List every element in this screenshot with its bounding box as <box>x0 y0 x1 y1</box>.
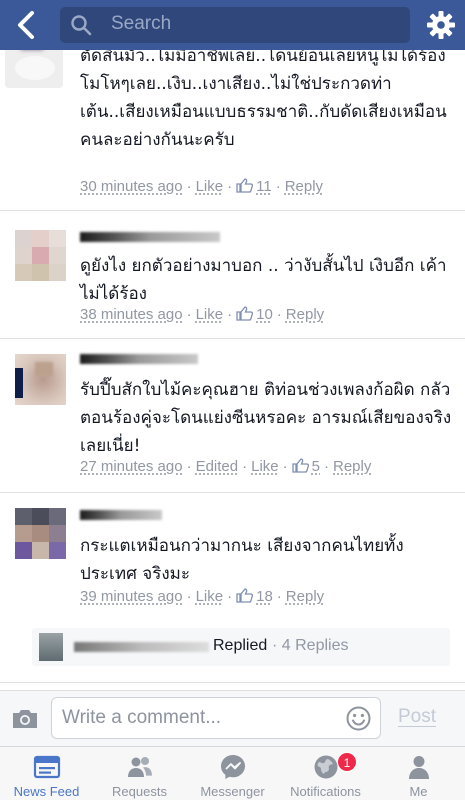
commenter-name[interactable] <box>80 510 162 520</box>
search-bar[interactable]: Search <box>60 7 410 43</box>
tab-label: Messenger <box>200 784 265 799</box>
camera-icon[interactable] <box>11 708 39 730</box>
commenter-name[interactable] <box>80 354 198 364</box>
tab-me[interactable]: Me <box>372 747 465 800</box>
news-feed-icon <box>33 755 60 779</box>
comment-item: กระแตเหมือนกว่ามากนะ เสียงจากคนไทยทั้งปร… <box>0 492 465 622</box>
tab-notifications[interactable]: 1 Notifications <box>279 747 372 800</box>
comment-timestamp[interactable]: 27 minutes ago <box>80 458 183 475</box>
tab-news-feed[interactable]: News Feed <box>0 747 93 800</box>
top-navigation-bar: Search <box>0 0 465 50</box>
comment-input[interactable]: Write a comment... <box>51 697 381 739</box>
comment-meta: 30 minutes ago · Like · 11 · Reply <box>80 178 324 195</box>
tab-label: Notifications <box>290 784 361 799</box>
notification-badge: 1 <box>337 752 357 772</box>
avatar[interactable] <box>15 230 66 281</box>
thumbs-up-icon <box>236 178 254 193</box>
comment-timestamp[interactable]: 38 minutes ago <box>80 306 183 323</box>
comment-item: ตัดสินมั่ว..ไม่มีอาชีพเลย..โดนย้อนเลยหนู… <box>0 50 465 210</box>
tab-messenger[interactable]: Messenger <box>186 747 279 800</box>
like-count[interactable]: 11 <box>256 178 272 195</box>
comment-composer: Write a comment... Post <box>0 690 465 746</box>
divider <box>0 682 465 683</box>
avatar[interactable] <box>15 354 66 405</box>
tab-requests[interactable]: Requests <box>93 747 186 800</box>
back-arrow-icon[interactable] <box>10 8 44 42</box>
reply-link[interactable]: Reply <box>333 458 371 475</box>
like-link[interactable]: Like <box>196 306 224 323</box>
avatar[interactable] <box>5 50 63 88</box>
emoji-icon[interactable] <box>346 706 371 731</box>
comment-text: กระแตเหมือนกว่ามากนะ เสียงจากคนไทยทั้งปร… <box>80 536 404 584</box>
search-placeholder: Search <box>111 13 172 34</box>
reply-avatar <box>39 633 63 661</box>
like-link[interactable]: Like <box>251 458 279 475</box>
replied-label: Replied <box>213 637 268 654</box>
tab-label: News Feed <box>13 784 80 799</box>
bottom-tab-bar: News Feed Requests Messenger 1 Notificat… <box>0 746 465 800</box>
comment-timestamp[interactable]: 39 minutes ago <box>80 588 183 605</box>
comment-text: ดูยังไง ยกตัวอย่างมาบอก .. ว่างับสั้นไป … <box>80 256 447 304</box>
comment-meta: 38 minutes ago · Like · 10 · Reply <box>80 306 325 323</box>
comment-meta: 39 minutes ago · Like · 18 · Reply <box>80 588 325 605</box>
like-link[interactable]: Like <box>196 178 224 195</box>
thumbs-up-icon <box>292 458 309 473</box>
messenger-icon <box>220 755 245 779</box>
comment-meta: 27 minutes ago · Edited · Like · 5 · Reply <box>80 458 372 475</box>
tab-label: Requests <box>112 784 167 799</box>
replies-summary[interactable]: Replied · 4 Replies <box>32 628 450 666</box>
replier-name <box>74 642 209 652</box>
like-count[interactable]: 10 <box>256 306 273 323</box>
comment-item: รับปี๊บสักใบไม้คะคุณฮาย ติท่อนช่วงเพลงก้… <box>0 338 465 492</box>
comments-list: ตัดสินมั่ว..ไม่มีอาชีพเลย..โดนย้อนเลยหนู… <box>0 50 465 690</box>
avatar[interactable] <box>15 508 66 559</box>
reply-link[interactable]: Reply <box>285 178 323 195</box>
tab-label: Me <box>409 784 428 799</box>
like-link[interactable]: Like <box>196 588 224 605</box>
friend-requests-icon <box>127 757 152 777</box>
comment-text: รับปี๊บสักใบไม้คะคุณฮาย ติท่อนช่วงเพลงก้… <box>80 380 452 456</box>
search-icon <box>71 15 92 36</box>
comment-item: ดูยังไง ยกตัวอย่างมาบอก .. ว่างับสั้นไป … <box>0 210 465 348</box>
gear-icon[interactable] <box>426 10 456 40</box>
like-count[interactable]: 18 <box>256 588 273 605</box>
replies-count: · 4 Replies <box>272 637 349 654</box>
comment-timestamp[interactable]: 30 minutes ago <box>80 178 183 195</box>
comment-placeholder: Write a comment... <box>62 707 222 728</box>
commenter-name[interactable] <box>80 232 220 242</box>
reply-link[interactable]: Reply <box>286 588 324 605</box>
reply-link[interactable]: Reply <box>286 306 324 323</box>
thumbs-up-icon <box>236 588 254 603</box>
edited-label[interactable]: Edited <box>196 458 239 475</box>
thumbs-up-icon <box>236 306 254 321</box>
like-count[interactable]: 5 <box>312 458 320 475</box>
globe-icon <box>314 755 337 779</box>
post-button[interactable]: Post <box>398 706 436 728</box>
comment-text: ตัดสินมั่ว..ไม่มีอาชีพเลย..โดนย้อนเลยหนู… <box>80 50 447 150</box>
person-icon <box>408 756 429 779</box>
